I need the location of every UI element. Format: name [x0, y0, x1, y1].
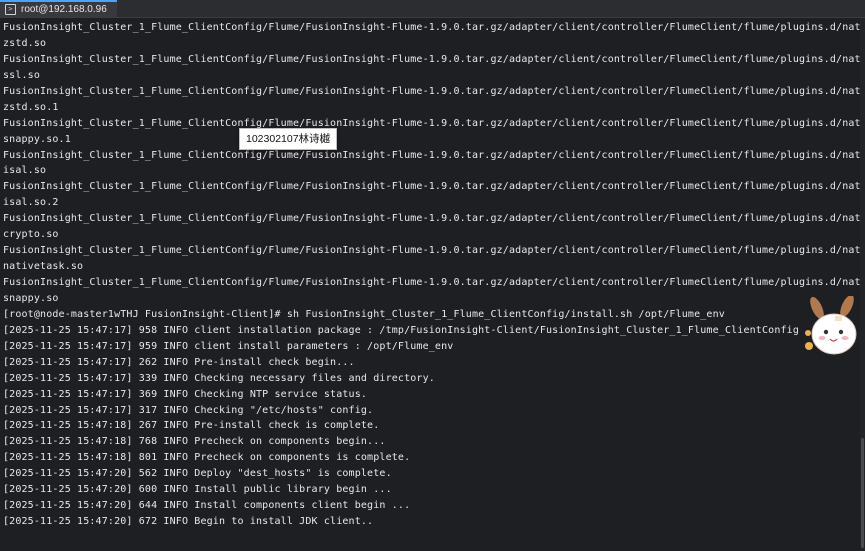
terminal-line: FusionInsight_Cluster_1_Flume_ClientConf… — [3, 277, 865, 288]
terminal-line: [2025-11-25 15:47:17] 369 INFO Checking … — [3, 388, 368, 400]
terminal-line: [2025-11-25 15:47:20] 644 INFO Install c… — [3, 500, 411, 512]
terminal-line: [2025-11-25 15:47:17] 317 INFO Checking … — [3, 404, 374, 416]
terminal-line: FusionInsight_Cluster_1_Flume_ClientConf… — [3, 181, 865, 193]
terminal-icon: > — [5, 4, 16, 15]
terminal-line: zstd.so.1 — [3, 101, 59, 113]
terminal-line: [root@node-master1wTHJ FusionInsight-Cli… — [3, 308, 725, 320]
tooltip-label: 102302107林诗樾 — [239, 128, 338, 150]
bunny-sticker-icon — [805, 296, 857, 355]
terminal-line: [2025-11-25 15:47:20] 600 INFO Install p… — [3, 484, 392, 496]
scrollbar-thumb[interactable] — [861, 438, 864, 548]
terminal-line: [2025-11-25 15:47:17] 958 INFO client in… — [3, 324, 799, 336]
terminal-line: zstd.so — [3, 37, 47, 49]
terminal-line: FusionInsight_Cluster_1_Flume_ClientConf… — [3, 53, 865, 65]
terminal-line: FusionInsight_Cluster_1_Flume_ClientConf… — [3, 213, 865, 225]
vertical-scrollbar[interactable] — [860, 18, 865, 551]
terminal-line: FusionInsight_Cluster_1_Flume_ClientConf… — [3, 149, 865, 161]
terminal-line: [2025-11-25 15:47:17] 262 INFO Pre-insta… — [3, 356, 355, 368]
terminal-line: isal.so — [3, 165, 47, 177]
terminal-line: [2025-11-25 15:47:20] 672 INFO Begin to … — [3, 516, 374, 528]
terminal-line: FusionInsight_Cluster_1_Flume_ClientConf… — [3, 85, 865, 97]
terminal-output[interactable]: FusionInsight_Cluster_1_Flume_ClientConf… — [0, 18, 865, 551]
terminal-line: [2025-11-25 15:47:18] 768 INFO Precheck … — [3, 436, 386, 448]
terminal-line: FusionInsight_Cluster_1_Flume_ClientConf… — [3, 245, 865, 257]
terminal-line: [2025-11-25 15:47:18] 267 INFO Pre-insta… — [3, 420, 380, 432]
terminal-line: [2025-11-25 15:47:17] 959 INFO client in… — [3, 340, 454, 352]
tab-title: root@192.168.0.96 — [21, 4, 107, 15]
terminal-line: snappy.so.1 — [3, 133, 71, 145]
tab-bar: > root@192.168.0.96 — [0, 0, 865, 18]
terminal-line: [2025-11-25 15:47:17] 339 INFO Checking … — [3, 372, 435, 384]
terminal-line: [2025-11-25 15:47:20] 562 INFO Deploy "d… — [3, 468, 392, 480]
tab-session[interactable]: > root@192.168.0.96 — [0, 0, 117, 17]
terminal-line: [2025-11-25 15:47:18] 801 INFO Precheck … — [3, 452, 411, 464]
terminal-line: nativetask.so — [3, 261, 84, 273]
terminal-line: FusionInsight_Cluster_1_Flume_ClientConf… — [3, 22, 865, 33]
terminal-line: isal.so.2 — [3, 197, 59, 209]
terminal-line: FusionInsight_Cluster_1_Flume_ClientConf… — [3, 117, 865, 129]
terminal-window: > root@192.168.0.96 FusionInsight_Cluste… — [0, 0, 865, 551]
terminal-line: crypto.so — [3, 229, 59, 241]
terminal-line: snappy.so — [3, 292, 59, 304]
terminal-line: ssl.so — [3, 69, 41, 81]
